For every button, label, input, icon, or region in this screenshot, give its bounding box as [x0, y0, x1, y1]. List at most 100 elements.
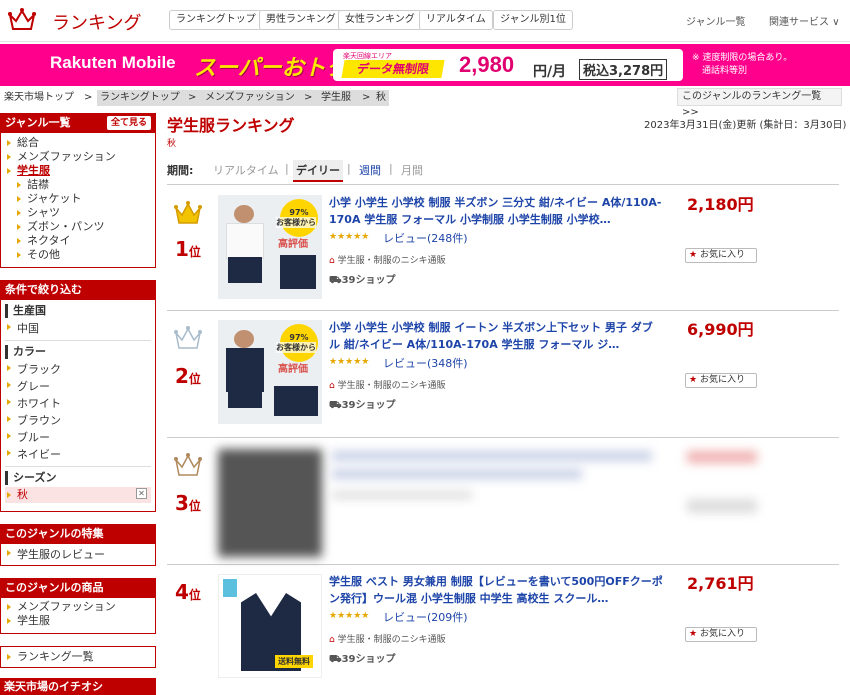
rank-number: 4位: [175, 580, 201, 604]
nav-female-ranking[interactable]: 女性ランキング: [338, 10, 422, 30]
update-date: 2023年3月31日(金)更新 (集計日：3月30日): [644, 120, 847, 131]
child-head: [234, 330, 254, 348]
shop-name: 学生服・制服のニシキ通販: [337, 256, 446, 266]
season-autumn: 秋: [1, 488, 28, 502]
shop-name: 学生服・制服のニシキ通販: [337, 635, 446, 645]
product-school-uniform[interactable]: 学生服: [1, 614, 155, 628]
favorite-button[interactable]: ★ お気に入り: [685, 373, 757, 388]
breadcrumb-mens-fashion[interactable]: メンズファッション: [205, 90, 295, 106]
breadcrumb-sep: >: [362, 92, 371, 103]
genre-head-label: ジャンル一覧: [5, 116, 71, 129]
product-name[interactable]: 小学 小学生 小学校 制服 イートン 半ズボン上下セット 男子 ダブル 紺/ネイ…: [329, 319, 663, 353]
period-tabs: 期間: リアルタイム | デイリー | 週間 | 月間: [167, 155, 839, 185]
breadcrumb-rakuten-top[interactable]: 楽天市場トップ: [4, 90, 74, 106]
period-label: 期間:: [167, 164, 194, 177]
breadcrumb-school-uniform[interactable]: 学生服: [321, 90, 351, 106]
genre-necktie[interactable]: ネクタイ: [1, 234, 155, 248]
child-head: [234, 205, 254, 223]
blurred-image[interactable]: [218, 449, 322, 557]
genre-mens-fashion[interactable]: メンズファッション: [1, 150, 155, 164]
feature-box: このジャンルの特集 学生服のレビュー: [0, 524, 156, 566]
shipping-39: ⛟39ショップ: [329, 650, 396, 667]
clear-filter-icon[interactable]: ✕: [136, 488, 147, 499]
product-price: 2,761円: [687, 574, 754, 593]
related-services-menu[interactable]: 関連サービス ∨: [769, 13, 840, 28]
product-image[interactable]: 送料無料: [218, 574, 322, 678]
crown-logo-icon[interactable]: [8, 7, 36, 33]
truck-icon: ⛟: [329, 654, 342, 665]
product-image[interactable]: 97% お客様から 高評価: [218, 320, 322, 424]
rank-number: 3位: [175, 491, 201, 515]
child-jacket: [226, 348, 264, 392]
tab-daily[interactable]: デイリー: [293, 160, 343, 182]
rakuten-mobile-logo: Rakuten Mobile: [50, 53, 176, 72]
color-blue[interactable]: ブルー: [1, 429, 155, 446]
origin-china[interactable]: 中国: [1, 320, 155, 337]
ranking-list-link[interactable]: ランキング一覧: [1, 650, 155, 664]
unlimited-label: データ無制限: [341, 60, 445, 78]
nav-ranking-top[interactable]: ランキングトップ: [169, 10, 263, 30]
genre-all[interactable]: 総合: [1, 136, 155, 150]
tab-weekly[interactable]: 週間: [359, 162, 381, 178]
genre-pants[interactable]: ズボン・パンツ: [1, 220, 155, 234]
genre-shirt[interactable]: シャツ: [1, 206, 155, 220]
review-link[interactable]: レビュー(248件): [383, 230, 468, 246]
nav-male-ranking[interactable]: 男性ランキング: [259, 10, 343, 30]
super-otoku-text: スーパーおトク: [194, 56, 348, 81]
color-navy[interactable]: ネイビー: [1, 446, 155, 463]
badge-line: お客様から: [276, 218, 316, 227]
ranking-list-box: ランキング一覧: [0, 646, 156, 668]
filter-box: 条件で絞り込む 生産国 中国 カラー ブラック グレー ホワイト ブラウン ブル…: [0, 280, 156, 512]
rank-number: 2位: [175, 364, 201, 388]
chevron-down-icon: ∨: [832, 17, 840, 28]
child-shirt: [226, 223, 264, 259]
product-name[interactable]: 学生服 ベスト 男女兼用 制服【レビューを書いて500円OFFクーポン発行】ウー…: [329, 573, 663, 607]
page-title: 学生服ランキング: [167, 116, 295, 135]
shorts-photo: [280, 255, 316, 289]
color-brown[interactable]: ブラウン: [1, 412, 155, 429]
set-photo: [274, 386, 318, 416]
see-all-button[interactable]: 全て見る: [106, 116, 151, 130]
feature-review[interactable]: 学生服のレビュー: [1, 546, 155, 563]
shop-link[interactable]: ⌂ 学生服・制服のニシキ通販: [329, 378, 446, 391]
rank-suffix: 位: [188, 245, 201, 259]
ranking-item-3: 3位: [167, 439, 839, 565]
ranking-item-1: 1位 97% お客様から 高評価 小学 小学生 小学校 制服 半ズボン 三分丈 …: [167, 187, 839, 311]
shop-link[interactable]: ⌂ 学生服・制服のニシキ通販: [329, 253, 446, 266]
breadcrumb-ranking-top[interactable]: ランキングトップ: [100, 90, 180, 106]
ranking-brand[interactable]: ランキング: [52, 9, 141, 35]
genre-tsumeeri[interactable]: 詰襟: [1, 178, 155, 192]
color-black[interactable]: ブラック: [1, 361, 155, 378]
shop-link[interactable]: ⌂ 学生服・制服のニシキ通販: [329, 632, 446, 645]
rank-suffix: 位: [188, 588, 201, 602]
rank-value: 3: [175, 491, 189, 515]
genre-box: ジャンル一覧 全て見る 総合 メンズファッション 学生服 詰襟 ジャケット シャツ…: [0, 113, 156, 268]
genre-ranking-list-link[interactable]: このジャンルのランキング一覧 >>: [677, 88, 842, 118]
nav-genre-first[interactable]: ジャンル別1位: [493, 10, 573, 30]
favorite-button[interactable]: ★ お気に入り: [685, 248, 757, 263]
genre-school-uniform[interactable]: 学生服: [1, 164, 155, 178]
genre-list-link[interactable]: ジャンル一覧: [686, 13, 746, 28]
product-mens-fashion[interactable]: メンズファッション: [1, 600, 155, 614]
rank-suffix: 位: [188, 372, 201, 386]
color-gray[interactable]: グレー: [1, 378, 155, 395]
tab-realtime[interactable]: リアルタイム: [213, 162, 279, 178]
blurred-title: [332, 451, 652, 461]
favorite-button[interactable]: ★ お気に入り: [685, 627, 757, 642]
genre-other[interactable]: その他: [1, 248, 155, 262]
tab-monthly[interactable]: 月間: [401, 162, 423, 178]
rakuten-mobile-banner[interactable]: Rakuten Mobile スーパーおトク 楽天回線エリア データ無制限 2,…: [0, 44, 850, 86]
genre-jacket[interactable]: ジャケット: [1, 192, 155, 206]
review-link[interactable]: レビュー(348件): [383, 355, 468, 371]
product-name[interactable]: 小学 小学生 小学校 制服 半ズボン 三分丈 紺/ネイビー A体/110A-17…: [329, 194, 663, 228]
product-image[interactable]: 97% お客様から 高評価: [218, 195, 322, 299]
review-link[interactable]: レビュー(209件): [383, 609, 468, 625]
banner-note-1: ※ 速度制限の場合あり。: [692, 53, 793, 63]
season-head: シーズン: [5, 471, 155, 485]
favorite-label: お気に入り: [699, 250, 745, 260]
star-icon: ★: [689, 250, 698, 260]
color-white[interactable]: ホワイト: [1, 395, 155, 412]
nav-realtime[interactable]: リアルタイム: [419, 10, 493, 30]
rank-value: 2: [175, 364, 189, 388]
promo-box: 楽天回線エリア データ無制限 2,980 円/月 税込3,278円: [333, 49, 683, 81]
